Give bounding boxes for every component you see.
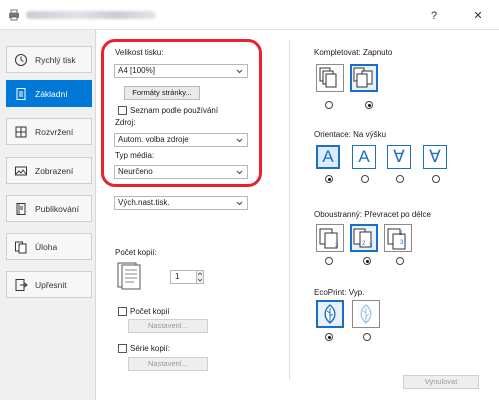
sidebar-item-label: Rychlý tisk xyxy=(35,54,76,65)
orientation-portrait-radio[interactable] xyxy=(325,175,333,183)
collate-label: Kompletovat: Zapnuto xyxy=(314,48,392,57)
sidebar-item-label: Zobrazení xyxy=(35,165,74,176)
sidebar-item-publishing[interactable]: Publikování xyxy=(6,195,92,222)
orientation-label: Orientace: Na výšku xyxy=(314,130,386,139)
orientation-landscape-option[interactable]: A xyxy=(352,145,376,169)
document-icon xyxy=(7,80,35,107)
copy-series-checkbox[interactable] xyxy=(118,344,127,353)
orientation-landscape-rotated-radio[interactable] xyxy=(432,175,440,183)
ecoprint-off-radio[interactable] xyxy=(325,333,333,341)
orientation-value: Na výšku xyxy=(353,130,387,139)
reset-button[interactable]: Vynulovat xyxy=(403,375,479,389)
title-bar: ? ✕ xyxy=(0,0,499,30)
chevron-down-icon xyxy=(236,201,243,206)
sidebar-item-label: Úloha xyxy=(35,241,58,252)
orientation-landscape-radio[interactable] xyxy=(361,175,369,183)
duplex-long-edge-radio[interactable] xyxy=(363,257,371,265)
sidebar-item-imaging[interactable]: Zobrazení xyxy=(6,157,92,184)
column-divider xyxy=(289,40,290,380)
copies-label: Počet kopií: xyxy=(115,248,157,257)
collate-value: Zapnuto xyxy=(362,48,393,57)
sidebar: Rychlý tisk Základní Rozvržení Zobrazení… xyxy=(0,30,96,400)
duplex-off-radio[interactable] xyxy=(325,257,333,265)
printer-icon xyxy=(9,9,19,21)
collate-on-radio[interactable] xyxy=(365,101,373,109)
copy-series-label: Série kopií: xyxy=(130,344,171,353)
duplex-label: Oboustranný: Převracet po délce xyxy=(314,210,431,219)
copy-series-settings-button[interactable]: Nastavení... xyxy=(128,357,208,371)
collate-on-option[interactable] xyxy=(350,64,378,92)
svg-text:3: 3 xyxy=(335,243,339,249)
sidebar-item-advanced[interactable]: Upřesnit xyxy=(6,271,92,298)
ecoprint-label: EcoPrint: Vyp. xyxy=(314,288,364,297)
duplex-label-text: Oboustranný: xyxy=(314,210,363,219)
ecoprint-on-option[interactable] xyxy=(352,300,380,328)
sidebar-item-layout[interactable]: Rozvržení xyxy=(6,118,92,145)
copy-count-checkbox[interactable] xyxy=(118,307,127,316)
advanced-arrow-icon xyxy=(7,271,35,298)
sidebar-item-basic[interactable]: Základní xyxy=(6,80,92,107)
sidebar-item-job[interactable]: Úloha xyxy=(6,233,92,260)
orientation-label-text: Orientace: xyxy=(314,130,351,139)
duplex-short-edge-option[interactable]: 23 xyxy=(384,224,412,252)
duplex-value: Převracet po délce xyxy=(364,210,431,219)
orientation-portrait-rotated-radio[interactable] xyxy=(396,175,404,183)
ecoprint-label-text: EcoPrint: xyxy=(314,288,347,297)
book-icon xyxy=(7,195,35,222)
clock-icon xyxy=(7,46,35,73)
duplex-off-option[interactable]: 3 xyxy=(316,224,344,252)
ecoprint-value: Vyp. xyxy=(348,288,365,297)
ecoprint-off-option[interactable] xyxy=(316,300,344,328)
collate-label-text: Kompletovat: xyxy=(314,48,361,57)
orientation-portrait-option[interactable]: A xyxy=(316,145,340,169)
output-tray-value: Vých.nast.tisk. xyxy=(118,198,170,207)
collate-off-option[interactable] xyxy=(316,64,344,92)
sidebar-item-label: Základní xyxy=(35,88,68,99)
sidebar-item-label: Upřesnit xyxy=(35,279,67,290)
collate-off-radio[interactable] xyxy=(325,101,333,109)
layout-grid-icon xyxy=(7,118,35,145)
orientation-landscape-rotated-option[interactable]: ∀ xyxy=(423,145,447,169)
orientation-portrait-rotated-option[interactable]: ∀ xyxy=(387,145,411,169)
close-button[interactable]: ✕ xyxy=(468,8,488,24)
duplex-short-edge-radio[interactable] xyxy=(396,257,404,265)
svg-text:3: 3 xyxy=(369,243,373,249)
sidebar-item-label: Publikování xyxy=(35,203,79,214)
image-icon xyxy=(7,157,35,184)
help-button[interactable]: ? xyxy=(424,8,444,24)
copy-count-settings-button[interactable]: Nastavení... xyxy=(128,319,208,333)
copies-input[interactable]: 1 xyxy=(170,270,198,284)
window-title-blurred xyxy=(26,11,156,19)
duplex-long-edge-option[interactable]: 23 xyxy=(350,224,378,252)
copies-stepper[interactable] xyxy=(196,270,204,284)
sidebar-item-label: Rozvržení xyxy=(35,126,74,137)
copy-count-label: Počet kopií xyxy=(130,307,170,316)
highlight-callout xyxy=(101,39,262,187)
output-tray-select[interactable]: Vých.nast.tisk. xyxy=(114,196,248,210)
copies-pages-icon xyxy=(116,261,146,291)
job-pages-icon xyxy=(7,233,35,260)
ecoprint-on-radio[interactable] xyxy=(363,333,371,341)
sidebar-item-quick-print[interactable]: Rychlý tisk xyxy=(6,46,92,73)
